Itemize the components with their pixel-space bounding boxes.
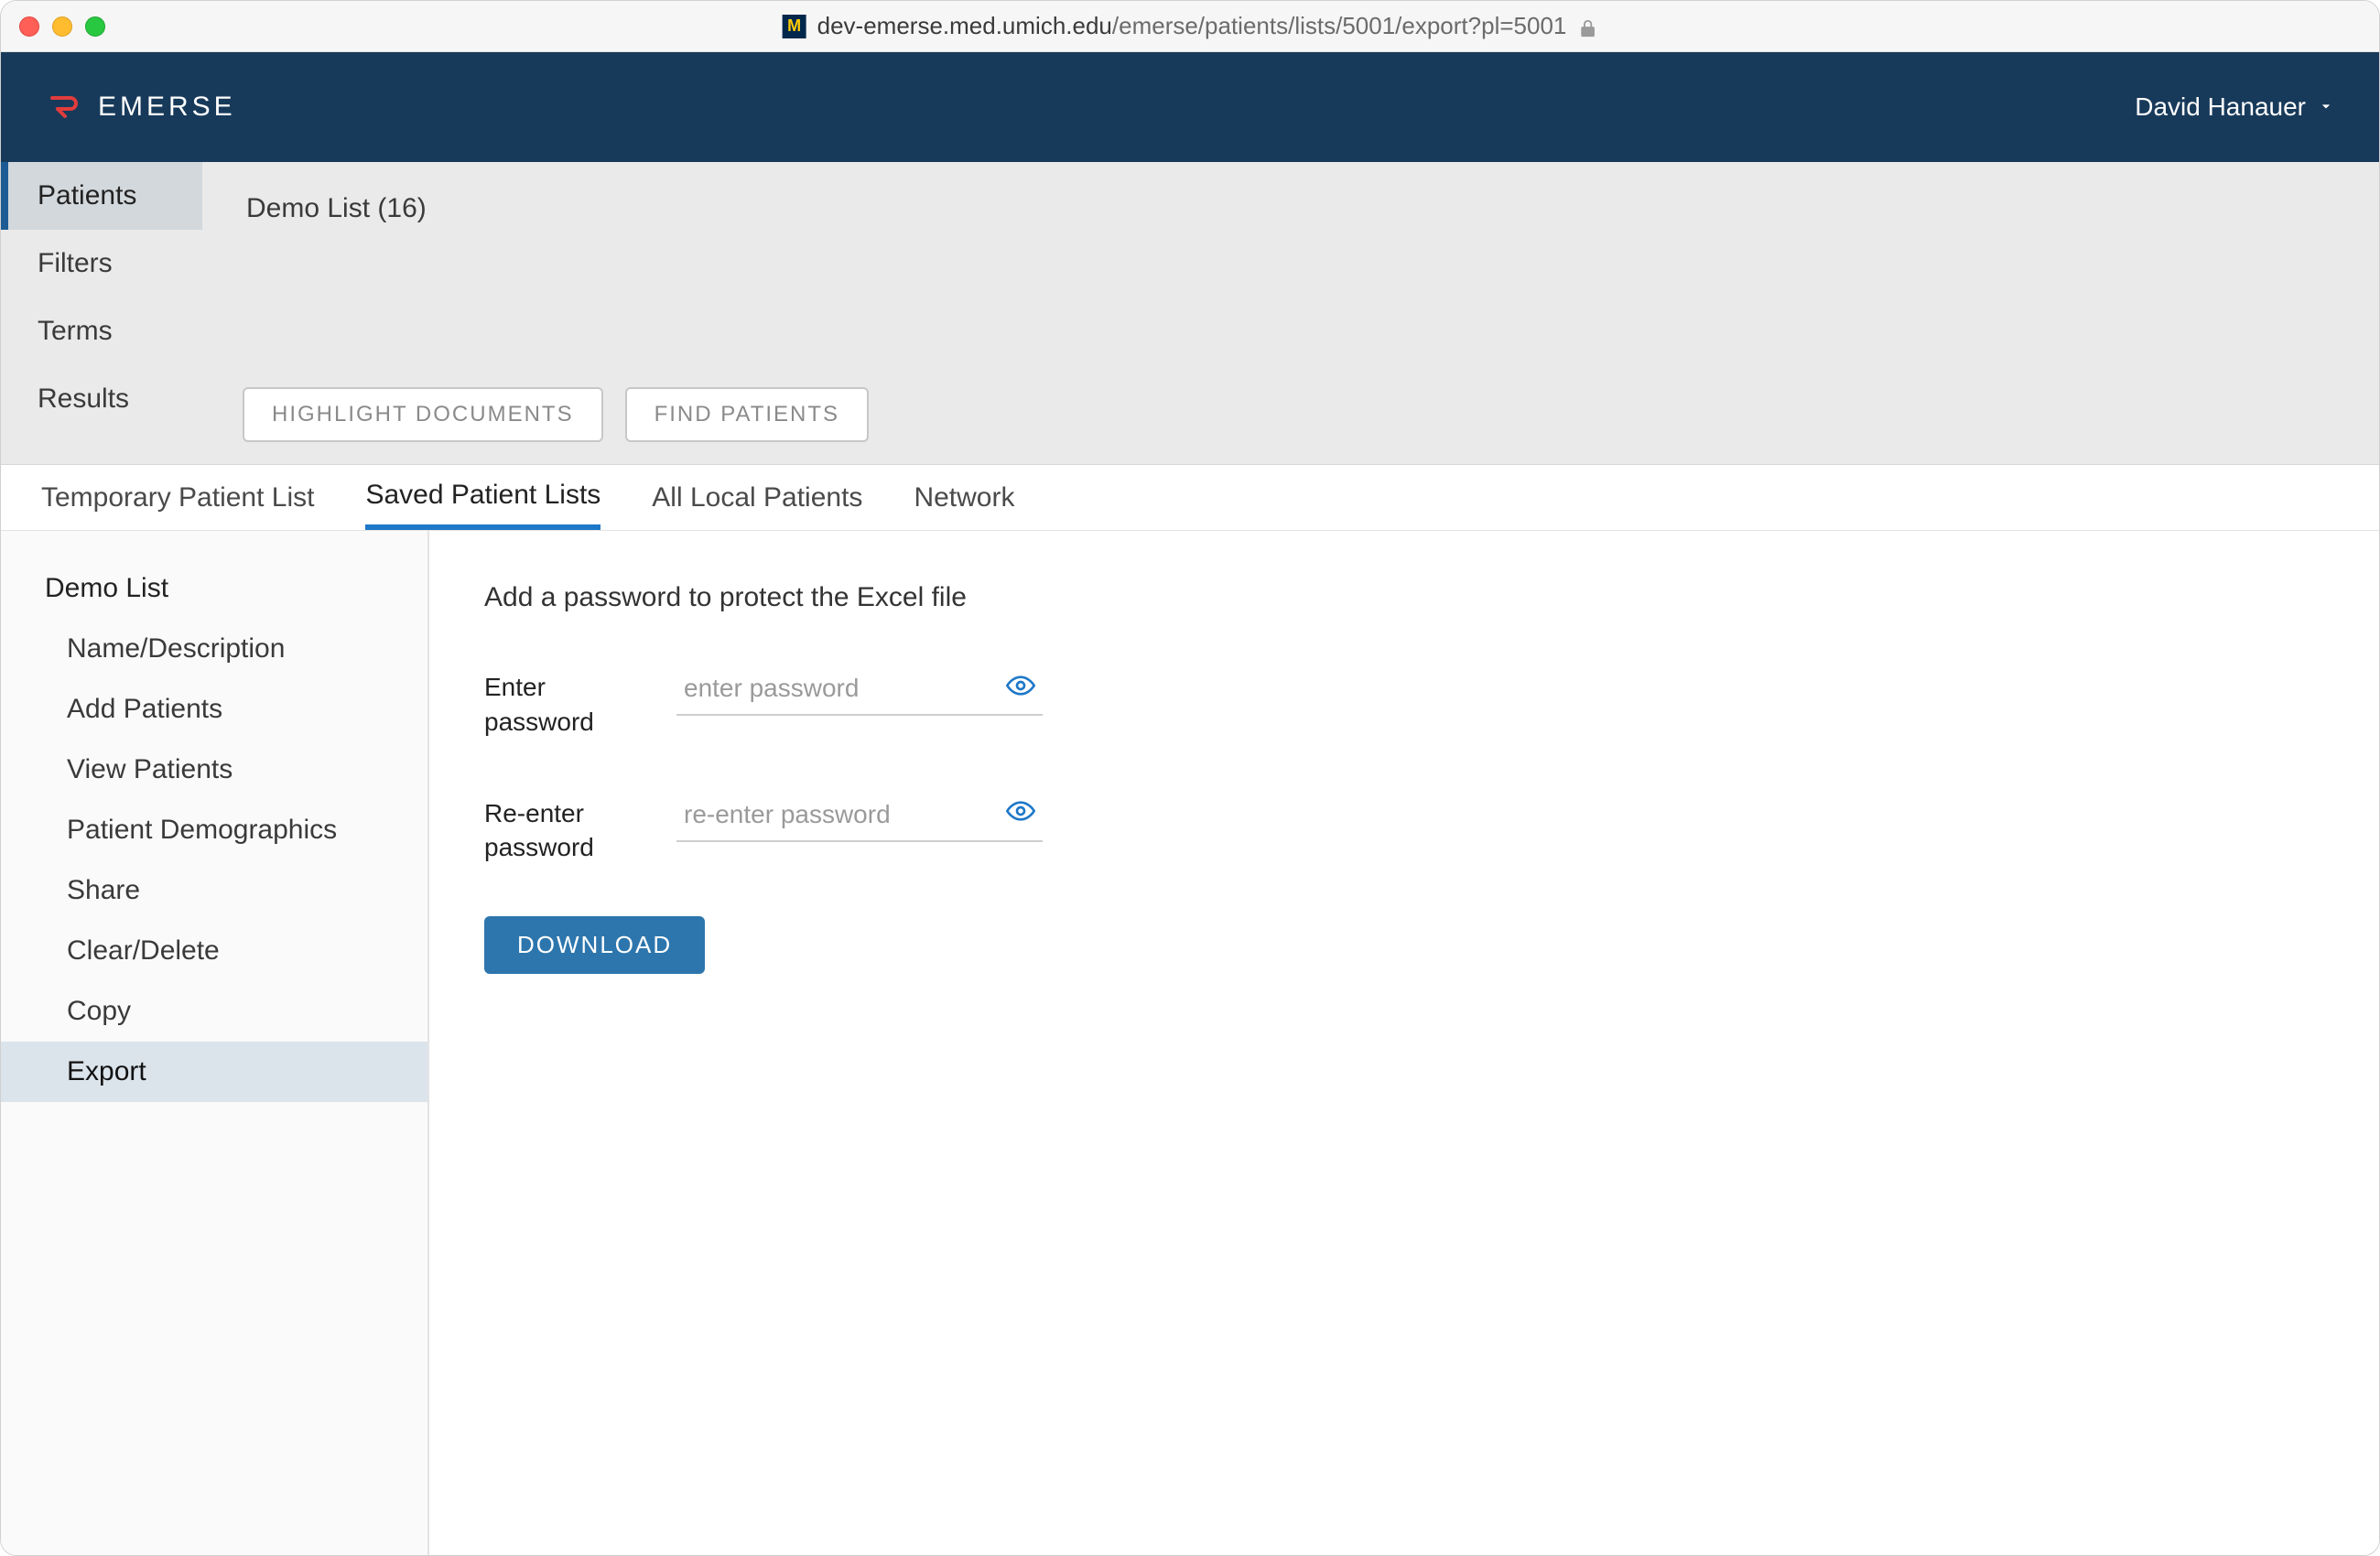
toggle-reenter-password-visibility-button[interactable] <box>1002 794 1039 831</box>
enter-password-label: Enter password <box>484 665 640 740</box>
side-panel: Demo List Name/Description Add Patients … <box>1 531 429 1555</box>
download-button[interactable]: DOWNLOAD <box>484 916 705 974</box>
toggle-password-visibility-button[interactable] <box>1002 668 1039 705</box>
sidebar-item-clear-delete[interactable]: Clear/Delete <box>1 921 427 981</box>
eye-icon <box>1006 671 1035 703</box>
lock-icon <box>1577 16 1597 37</box>
user-name: David Hanauer <box>2135 92 2306 122</box>
reenter-password-input-wrap <box>676 791 1043 842</box>
subtabs: Temporary Patient List Saved Patient Lis… <box>1 465 2379 531</box>
sidebar-item-export[interactable]: Export <box>1 1042 427 1102</box>
nav-item-filters[interactable]: Filters <box>1 230 202 297</box>
enter-password-input[interactable] <box>676 665 1043 716</box>
user-menu[interactable]: David Hanauer <box>2135 92 2335 122</box>
reenter-password-input[interactable] <box>676 791 1043 842</box>
app-window: M dev-emerse.med.umich.edu/emerse/patien… <box>0 0 2380 1556</box>
find-patients-button[interactable]: FIND PATIENTS <box>625 387 869 442</box>
tab-all-local-patients[interactable]: All Local Patients <box>652 465 862 530</box>
minimize-window-button[interactable] <box>52 16 72 37</box>
url-domain: dev-emerse.med.umich.edu <box>817 12 1112 39</box>
export-heading: Add a password to protect the Excel file <box>484 582 2324 613</box>
sidebar-item-copy[interactable]: Copy <box>1 981 427 1042</box>
enter-password-input-wrap <box>676 665 1043 716</box>
tab-network[interactable]: Network <box>914 465 1014 530</box>
app-header: EMERSE David Hanauer <box>1 52 2379 162</box>
sidebar-item-view-patients[interactable]: View Patients <box>1 740 427 800</box>
enter-password-field: Enter password <box>484 665 2324 740</box>
maximize-window-button[interactable] <box>85 16 105 37</box>
brand[interactable]: EMERSE <box>45 87 236 128</box>
breadcrumb-count: (16) <box>377 193 426 223</box>
tab-temporary-patient-list[interactable]: Temporary Patient List <box>41 465 314 530</box>
titlebar: M dev-emerse.med.umich.edu/emerse/patien… <box>1 1 2379 52</box>
close-window-button[interactable] <box>19 16 39 37</box>
sidebar-item-patient-demographics[interactable]: Patient Demographics <box>1 800 427 860</box>
sidebar-item-name-description[interactable]: Name/Description <box>1 619 427 679</box>
side-panel-title: Demo List <box>1 558 427 619</box>
export-content: Add a password to protect the Excel file… <box>429 531 2379 1555</box>
favicon-icon: M <box>783 15 806 38</box>
breadcrumb-list-name: Demo List <box>246 193 370 223</box>
chevron-down-icon <box>2317 92 2335 122</box>
eye-icon <box>1006 796 1035 828</box>
brand-logo-icon <box>45 87 81 128</box>
action-row: HIGHLIGHT DOCUMENTS FIND PATIENTS <box>1 387 2379 464</box>
nav-area: Patients Filters Terms Results Demo List… <box>1 162 2379 465</box>
url: dev-emerse.med.umich.edu/emerse/patients… <box>817 12 1567 40</box>
address-bar: M dev-emerse.med.umich.edu/emerse/patien… <box>783 12 1598 40</box>
body: Demo List Name/Description Add Patients … <box>1 531 2379 1555</box>
reenter-password-label: Re-enter password <box>484 791 640 866</box>
nav-item-terms[interactable]: Terms <box>1 297 202 365</box>
reenter-password-field: Re-enter password <box>484 791 2324 866</box>
highlight-documents-button[interactable]: HIGHLIGHT DOCUMENTS <box>243 387 603 442</box>
brand-name: EMERSE <box>98 92 236 123</box>
nav-item-patients[interactable]: Patients <box>1 162 202 230</box>
url-path: /emerse/patients/lists/5001/export?pl=50… <box>1112 12 1566 39</box>
sidebar-item-add-patients[interactable]: Add Patients <box>1 679 427 740</box>
window-controls <box>19 16 105 37</box>
tab-saved-patient-lists[interactable]: Saved Patient Lists <box>365 465 600 530</box>
sidebar-item-share[interactable]: Share <box>1 860 427 921</box>
